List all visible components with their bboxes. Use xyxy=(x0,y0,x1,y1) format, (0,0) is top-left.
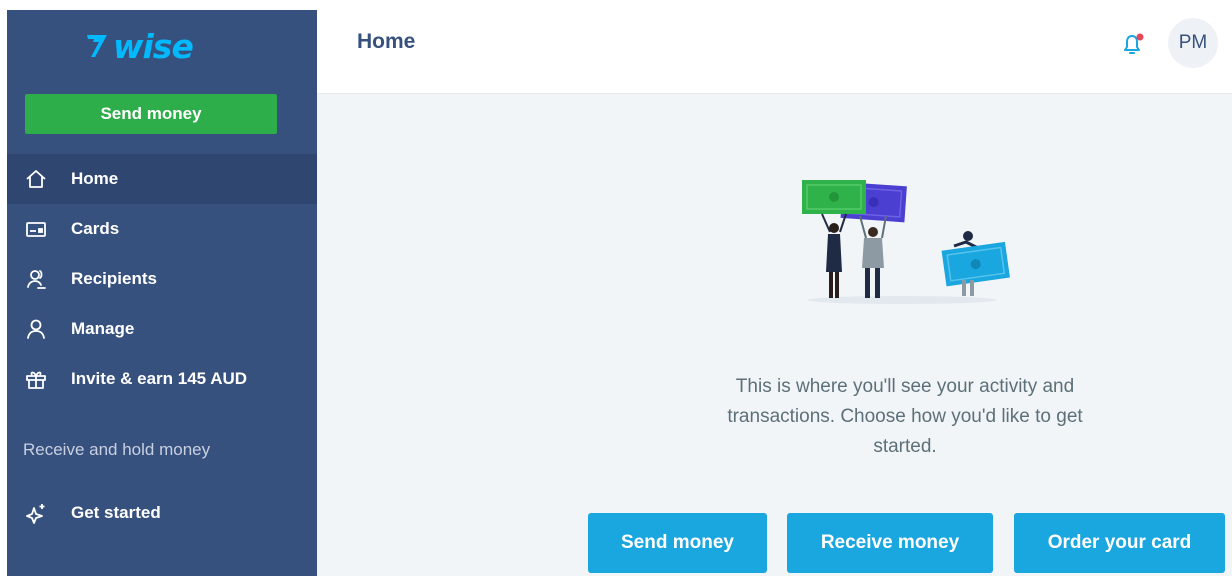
wise-logo[interactable]: wise xyxy=(85,26,235,66)
sidebar: wise Send money Home Cards Recipients Ma… xyxy=(7,10,317,576)
sidebar-send-money-button[interactable]: Send money xyxy=(25,94,277,134)
sidebar-item-label: Recipients xyxy=(71,269,157,288)
sidebar-item-label: Cards xyxy=(71,219,120,238)
send-money-button[interactable]: Send money xyxy=(588,513,767,573)
logo-wordmark: wise xyxy=(113,26,194,66)
recipients-icon xyxy=(25,268,47,290)
section-label-receive: Receive and hold money xyxy=(23,440,211,459)
empty-state-text: This is where you'll see your activity a… xyxy=(727,376,1083,457)
sidebar-item-label: Manage xyxy=(71,319,135,338)
sparkle-icon xyxy=(25,502,47,524)
user-icon xyxy=(25,318,47,340)
receive-money-button[interactable]: Receive money xyxy=(787,513,993,573)
notification-dot xyxy=(1136,33,1144,41)
page-title: Home xyxy=(357,30,416,53)
page-edge xyxy=(0,0,7,576)
order-card-button[interactable]: Order your card xyxy=(1014,513,1225,573)
sidebar-item-recipients[interactable]: Recipients xyxy=(7,254,317,304)
top-bar: Home PM xyxy=(317,10,1232,94)
sidebar-item-cards[interactable]: Cards xyxy=(7,204,317,254)
main-content: This is where you'll see your activity a… xyxy=(317,94,1232,576)
gift-icon xyxy=(25,368,47,390)
sidebar-item-label: Home xyxy=(71,169,119,188)
bell-icon[interactable] xyxy=(1119,30,1147,58)
card-icon xyxy=(25,218,47,240)
money-illustration xyxy=(802,180,1010,304)
sidebar-item-invite[interactable]: Invite & earn 145 AUD xyxy=(7,354,317,404)
sidebar-item-manage[interactable]: Manage xyxy=(7,304,317,354)
sidebar-item-label: Invite & earn 145 AUD xyxy=(71,369,248,388)
sidebar-item-home[interactable]: Home xyxy=(7,154,317,204)
avatar[interactable]: PM xyxy=(1168,18,1218,68)
sidebar-item-get-started[interactable]: Get started xyxy=(7,488,317,538)
home-icon xyxy=(25,168,47,190)
wise-flag-icon xyxy=(87,35,107,57)
sidebar-item-label: Get started xyxy=(71,503,161,522)
